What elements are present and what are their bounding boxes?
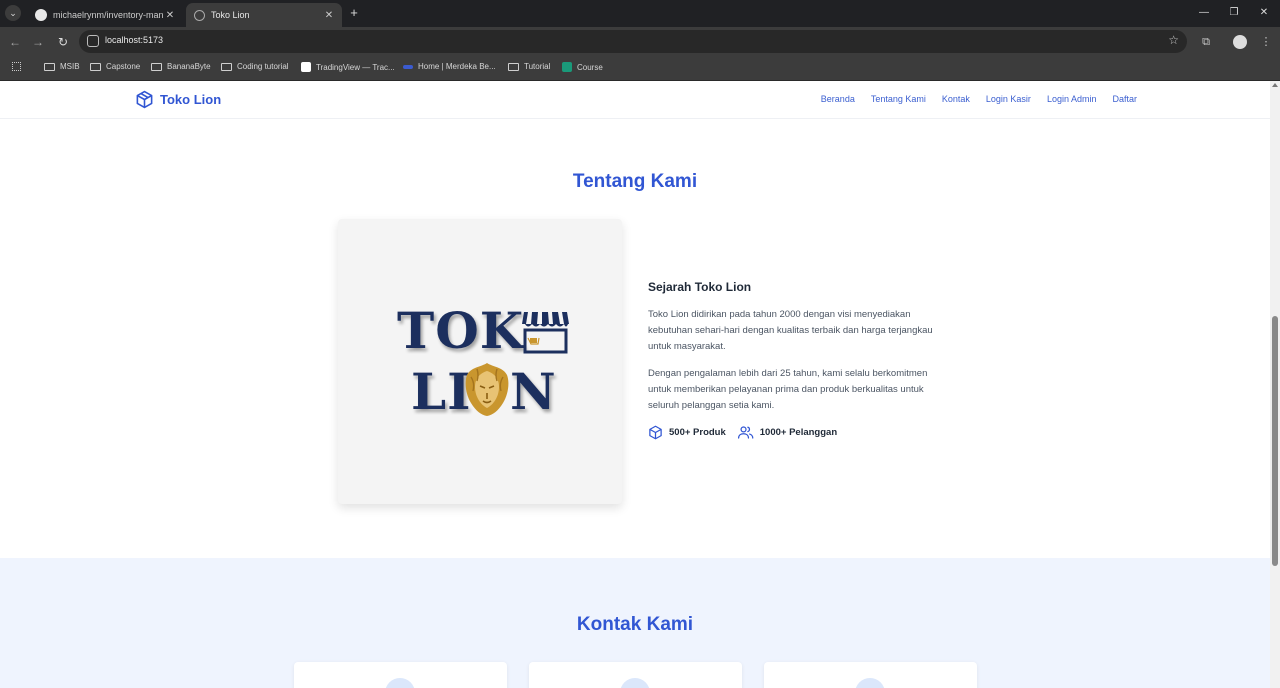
profile-avatar-icon[interactable]: [1231, 33, 1249, 51]
globe-icon: [194, 9, 205, 21]
reload-icon[interactable]: ↻: [54, 33, 72, 51]
tab-close-icon[interactable]: ✕: [163, 10, 177, 21]
tradingview-icon: [301, 62, 311, 72]
history-paragraph-1: Toko Lion didirikan pada tahun 2000 deng…: [648, 309, 933, 352]
forward-arrow-icon[interactable]: →: [29, 33, 47, 51]
bookmark-tradingview[interactable]: TradingView — Trac...: [301, 62, 395, 72]
bookmarks-bar: MSIB Capstone BananaByte Coding tutorial…: [0, 56, 1280, 81]
bookmark-star-icon[interactable]: ☆: [1168, 33, 1179, 47]
about-content: Sejarah Toko Lion Toko Lion didirikan pa…: [648, 280, 938, 440]
bookmark-label: BananaByte: [167, 62, 211, 71]
bookmark-merdeka[interactable]: Home | Merdeka Be...: [403, 62, 496, 71]
site-navbar: Toko Lion Beranda Tentang Kami Kontak Lo…: [0, 81, 1270, 119]
browser-tab-bar: ⌄ michaelrynm/inventory-manag ✕ Toko Lio…: [0, 0, 1280, 27]
stat-customers-label: 1000+ Pelanggan: [759, 427, 838, 438]
stat-customers: 1000+ Pelanggan: [737, 425, 838, 440]
scroll-up-arrow-icon[interactable]: [1272, 83, 1278, 87]
folder-icon: [90, 62, 101, 71]
tab-github[interactable]: michaelrynm/inventory-manag ✕: [27, 3, 183, 27]
lion-head-icon: [465, 363, 509, 416]
contact-card: [294, 662, 507, 688]
nav-login-admin[interactable]: Login Admin: [1047, 94, 1097, 104]
stat-products: 500+ Produk: [648, 425, 726, 440]
folder-icon: [508, 62, 519, 71]
bookmark-tutorial[interactable]: Tutorial: [508, 62, 550, 71]
contact-title: Kontak Kami: [576, 614, 694, 635]
apps-grid-icon[interactable]: [12, 62, 21, 71]
history-paragraph-2: Dengan pengalaman lebih dari 25 tahun, k…: [648, 368, 928, 411]
folder-icon: [151, 62, 162, 71]
github-icon: [35, 9, 47, 21]
contact-icon-circle: [385, 678, 415, 688]
back-arrow-icon[interactable]: ←: [6, 33, 24, 51]
tab-title: michaelrynm/inventory-manag: [53, 10, 163, 20]
merdeka-icon: [403, 64, 413, 69]
users-icon: [737, 426, 754, 439]
logo-text-line1: TOK: [397, 301, 525, 360]
bookmark-label: Course: [577, 62, 603, 72]
address-url: localhost:5173: [105, 35, 164, 45]
scrollbar-thumb[interactable]: [1272, 316, 1278, 566]
course-icon: [562, 62, 572, 72]
nav-beranda[interactable]: Beranda: [821, 94, 855, 104]
bookmark-course[interactable]: Course: [562, 62, 603, 72]
minimize-button[interactable]: —: [1194, 4, 1214, 22]
about-title: Tentang Kami: [572, 171, 698, 192]
bookmark-label: Home | Merdeka Be...: [418, 62, 496, 71]
tab-close-icon[interactable]: ✕: [322, 10, 336, 21]
tab-title: Toko Lion: [211, 10, 250, 20]
brand-name: Toko Lion: [160, 92, 222, 107]
contact-icon-circle: [620, 678, 650, 688]
nav-login-kasir[interactable]: Login Kasir: [986, 94, 1031, 104]
site-info-icon[interactable]: [87, 35, 99, 47]
page-viewport: Toko Lion Beranda Tentang Kami Kontak Lo…: [0, 81, 1270, 688]
new-tab-button[interactable]: +: [346, 5, 362, 21]
store-logo-image: TOK LI N: [338, 219, 622, 504]
bookmark-bananabyte[interactable]: BananaByte: [151, 62, 211, 71]
nav-daftar[interactable]: Daftar: [1112, 94, 1137, 104]
tab-search-button[interactable]: ⌄: [5, 5, 21, 21]
brand-logo[interactable]: Toko Lion: [135, 90, 221, 109]
bookmark-coding-tutorial[interactable]: Coding tutorial: [221, 62, 289, 71]
stats-row: 500+ Produk 1000+ Pelanggan: [648, 425, 938, 440]
bookmark-capstone[interactable]: Capstone: [90, 62, 140, 71]
folder-icon: [44, 62, 55, 71]
page-scrollbar[interactable]: [1270, 81, 1280, 688]
nav-kontak[interactable]: Kontak: [942, 94, 970, 104]
package-icon: [136, 90, 153, 109]
bookmark-label: Tutorial: [524, 62, 551, 71]
contact-icon-circle: [855, 678, 885, 688]
bookmark-label: Coding tutorial: [237, 62, 289, 71]
contact-card: [764, 662, 977, 688]
tab-toko-lion[interactable]: Toko Lion ✕: [186, 3, 342, 27]
storefront-icon: [522, 312, 569, 354]
package-icon: [649, 425, 662, 440]
history-heading: Sejarah Toko Lion: [648, 280, 752, 294]
close-window-button[interactable]: ✕: [1254, 4, 1274, 22]
folder-icon: [221, 62, 232, 71]
logo-text-line3: N: [510, 362, 557, 421]
nav-links: Beranda Tentang Kami Kontak Login Kasir …: [805, 94, 1137, 104]
bookmark-label: Capstone: [106, 62, 141, 71]
nav-tentang-kami[interactable]: Tentang Kami: [871, 94, 926, 104]
bookmark-msib[interactable]: MSIB: [44, 62, 80, 71]
bookmark-label: TradingView — Trac...: [316, 62, 395, 72]
browser-toolbar: ← → ↻ localhost:5173 ☆ ⧉ ⋮: [0, 27, 1280, 56]
bookmark-label: MSIB: [60, 62, 80, 71]
contact-card: [529, 662, 742, 688]
stat-products-label: 500+ Produk: [669, 427, 726, 438]
restore-button[interactable]: ❐: [1224, 4, 1244, 22]
menu-dots-icon[interactable]: ⋮: [1257, 33, 1275, 51]
extensions-icon[interactable]: ⧉: [1197, 33, 1215, 51]
address-bar[interactable]: localhost:5173 ☆: [79, 30, 1187, 53]
